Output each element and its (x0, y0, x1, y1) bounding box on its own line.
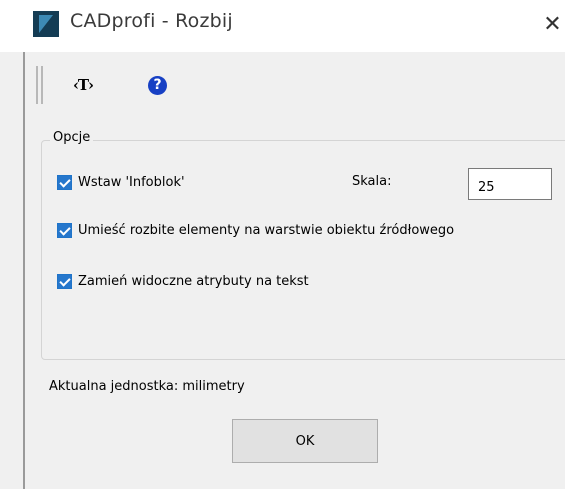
close-button[interactable]: ✕ (540, 10, 565, 40)
convert-attributes-option[interactable]: Zamień widoczne atrybuty na tekst (57, 271, 309, 291)
place-on-source-layer-checkbox[interactable] (57, 222, 72, 238)
ok-button[interactable]: OK (232, 419, 378, 463)
convert-attributes-label: Zamień widoczne atrybuty na tekst (78, 273, 309, 289)
scale-label: Skala: (352, 174, 392, 189)
toolbar-grip-handle[interactable] (36, 66, 43, 104)
help-icon[interactable]: ? (148, 76, 167, 95)
window-title: CADprofi - Rozbij (70, 10, 233, 32)
place-on-source-layer-option[interactable]: Umieść rozbite elementy na warstwie obie… (57, 220, 454, 240)
cadprofi-app-icon (33, 11, 59, 37)
insert-infoblock-option[interactable]: Wstaw 'Infoblok' (57, 172, 185, 192)
insert-infoblock-checkbox[interactable] (57, 174, 72, 190)
current-units-text: Aktualna jednostka: milimetry (49, 379, 245, 394)
toolbar: ‹T› ? (36, 66, 336, 108)
place-on-source-layer-label: Umieść rozbite elementy na warstwie obie… (78, 222, 455, 238)
text-tool-icon[interactable]: ‹T› (73, 76, 94, 94)
dialog-left-border (23, 52, 25, 489)
scale-input[interactable] (468, 168, 552, 200)
convert-attributes-checkbox[interactable] (57, 273, 72, 289)
options-group-label: Opcje (50, 130, 94, 145)
insert-infoblock-label: Wstaw 'Infoblok' (78, 174, 185, 190)
title-bar: CADprofi - Rozbij ✕ (0, 0, 565, 52)
